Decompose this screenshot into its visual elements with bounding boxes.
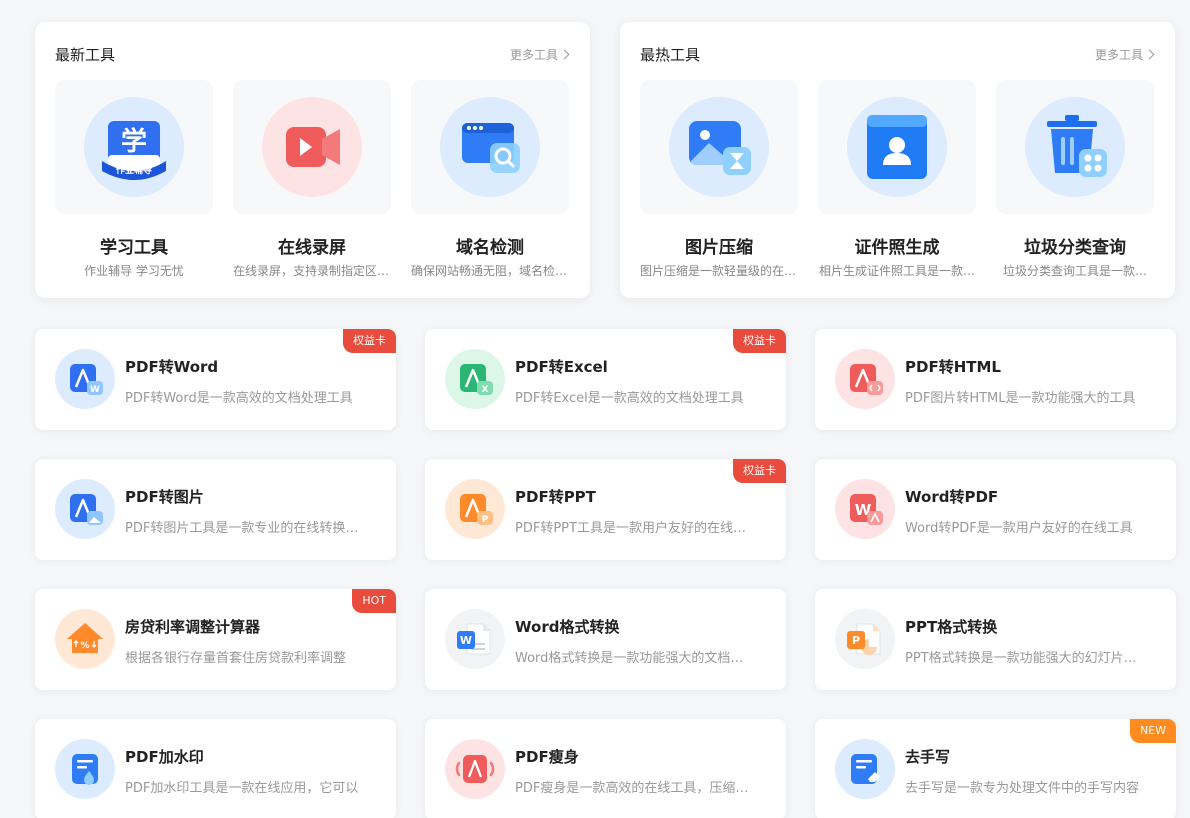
card-desc: PDF图片转HTML是一款功能强大的工具 <box>905 391 1136 406</box>
svg-text:P: P <box>482 515 489 525</box>
card-desc: Word转PDF是一款用户友好的在线工具 <box>905 521 1133 536</box>
card-title: PDF加水印 <box>125 748 204 766</box>
svg-text:作业辅导: 作业辅导 <box>116 164 152 176</box>
panel-title: 最热工具 <box>640 46 701 64</box>
svg-text:W: W <box>460 634 472 647</box>
trash-classify-icon <box>1025 97 1125 197</box>
pdf-to-ppt-icon: P <box>445 479 505 539</box>
tool-card-word-format[interactable]: W Word格式转换 Word格式转换是一款功能强大的文档工具 <box>425 589 786 690</box>
card-title: PDF转Word <box>125 358 219 376</box>
svg-text:P: P <box>852 634 860 647</box>
card-desc: 根据各银行存量首套住房贷款利率调整 <box>125 651 347 666</box>
tool-desc: 确保网站畅通无阻，域名检测… <box>411 264 569 278</box>
tool-tile-id-photo[interactable]: 证件照生成 相片生成证件照工具是一款… <box>818 80 976 278</box>
card-title: PDF转图片 <box>125 488 204 506</box>
video-camera-icon <box>262 97 362 197</box>
card-title: PDF转PPT <box>515 488 596 506</box>
card-desc: PDF转PPT工具是一款用户友好的在线工具 <box>515 521 755 536</box>
pdf-to-html-icon <box>835 349 895 409</box>
tool-name: 证件照生成 <box>854 238 940 258</box>
tools-page: 最新工具 更多工具 学 作业辅导 学习工具 作业辅导 学习无忧 在线录屏 在线录… <box>0 0 1190 818</box>
id-photo-icon <box>847 97 947 197</box>
card-title: PDF转HTML <box>905 358 1001 376</box>
card-title: Word转PDF <box>905 488 999 506</box>
tool-card-pdf-to-image[interactable]: PDF转图片 PDF转图片工具是一款专业的在线转换工具 <box>35 459 396 560</box>
benefit-card-badge: 权益卡 <box>733 329 786 353</box>
tool-tile-study[interactable]: 学 作业辅导 学习工具 作业辅导 学习无忧 <box>55 80 213 278</box>
tool-card-pdf-compress[interactable]: PDF瘦身 PDF瘦身是一款高效的在线工具，压缩文件 <box>425 719 786 818</box>
tool-name: 学习工具 <box>100 238 168 258</box>
card-desc: PDF转Excel是一款高效的文档处理工具 <box>515 391 744 406</box>
panel-title: 最新工具 <box>55 46 116 64</box>
card-desc: Word格式转换是一款功能强大的文档工具 <box>515 651 755 666</box>
hot-badge: HOT <box>352 589 396 613</box>
tool-name: 域名检测 <box>456 238 524 258</box>
tool-name: 垃圾分类查询 <box>1024 238 1126 258</box>
more-tools-link[interactable]: 更多工具 <box>1095 46 1155 63</box>
tool-desc: 图片压缩是一款轻量级的在线… <box>640 264 798 278</box>
pdf-compress-icon <box>445 739 505 799</box>
tool-tile-trash-classify[interactable]: 垃圾分类查询 垃圾分类查询工具是一款… <box>996 80 1154 278</box>
tool-name: 在线录屏 <box>278 238 346 258</box>
svg-text:%: % <box>80 641 89 651</box>
tool-card-pdf-to-ppt[interactable]: P PDF转PPT PDF转PPT工具是一款用户友好的在线工具 权益卡 <box>425 459 786 560</box>
benefit-card-badge: 权益卡 <box>733 459 786 483</box>
remove-handwriting-icon <box>835 739 895 799</box>
hot-tools-panel: 最热工具 更多工具 图片压缩 图片压缩是一款轻量级的在线… 证件照生成 相片生成… <box>620 22 1175 298</box>
tool-card-pdf-to-html[interactable]: PDF转HTML PDF图片转HTML是一款功能强大的工具 <box>815 329 1176 430</box>
tool-desc: 垃圾分类查询工具是一款… <box>1002 264 1147 278</box>
card-title: PDF转Excel <box>515 358 608 376</box>
tool-tile-image-compress[interactable]: 图片压缩 图片压缩是一款轻量级的在线… <box>640 80 798 278</box>
more-tools-link[interactable]: 更多工具 <box>510 46 570 63</box>
benefit-card-badge: 权益卡 <box>343 329 396 353</box>
card-title: PPT格式转换 <box>905 618 998 636</box>
tool-desc: 在线录屏，支持录制指定区域… <box>233 264 391 278</box>
tool-card-house-rate-calculator[interactable]: % 房贷利率调整计算器 根据各银行存量首套住房贷款利率调整 HOT <box>35 589 396 690</box>
card-desc: PDF加水印工具是一款在线应用，它可以 <box>125 781 359 796</box>
browser-search-icon <box>440 97 540 197</box>
tool-tile-screen-record[interactable]: 在线录屏 在线录屏，支持录制指定区域… <box>233 80 391 278</box>
pdf-to-excel-icon: X <box>445 349 505 409</box>
card-desc: PPT格式转换是一款功能强大的幻灯片工具 <box>905 651 1145 666</box>
house-rate-icon: % <box>55 609 115 669</box>
tool-card-remove-handwriting[interactable]: 去手写 去手写是一款专为处理文件中的手写内容 NEW <box>815 719 1176 818</box>
image-compress-icon <box>669 97 769 197</box>
card-title: 去手写 <box>905 748 951 766</box>
pdf-to-image-icon <box>55 479 115 539</box>
chevron-right-icon <box>1144 49 1155 60</box>
card-desc: PDF转Word是一款高效的文档处理工具 <box>125 391 353 406</box>
svg-text:W: W <box>90 385 100 395</box>
card-desc: PDF转图片工具是一款专业的在线转换工具 <box>125 521 365 536</box>
tool-card-ppt-format[interactable]: P PPT格式转换 PPT格式转换是一款功能强大的幻灯片工具 <box>815 589 1176 690</box>
svg-text:X: X <box>482 385 489 395</box>
new-badge: NEW <box>1129 719 1176 743</box>
tool-card-word-to-pdf[interactable]: W Word转PDF Word转PDF是一款用户友好的在线工具 <box>815 459 1176 560</box>
tool-card-pdf-to-word[interactable]: W PDF转Word PDF转Word是一款高效的文档处理工具 权益卡 <box>35 329 396 430</box>
card-desc: PDF瘦身是一款高效的在线工具，压缩文件 <box>515 781 755 796</box>
study-book-icon: 学 作业辅导 <box>84 97 184 197</box>
tool-desc: 相片生成证件照工具是一款… <box>818 264 975 278</box>
svg-text:学: 学 <box>121 126 147 157</box>
tool-name: 图片压缩 <box>685 238 753 258</box>
chevron-right-icon <box>559 49 570 60</box>
pdf-watermark-icon <box>55 739 115 799</box>
tool-card-pdf-watermark[interactable]: PDF加水印 PDF加水印工具是一款在线应用，它可以 <box>35 719 396 818</box>
card-title: PDF瘦身 <box>515 748 579 766</box>
word-to-pdf-icon: W <box>835 479 895 539</box>
tool-card-pdf-to-excel[interactable]: X PDF转Excel PDF转Excel是一款高效的文档处理工具 权益卡 <box>425 329 786 430</box>
ppt-format-icon: P <box>835 609 895 669</box>
card-title: 房贷利率调整计算器 <box>125 618 261 636</box>
card-desc: 去手写是一款专为处理文件中的手写内容 <box>905 781 1140 796</box>
tool-desc: 作业辅导 学习无忧 <box>84 264 184 278</box>
newest-tools-panel: 最新工具 更多工具 学 作业辅导 学习工具 作业辅导 学习无忧 在线录屏 在线录… <box>35 22 590 298</box>
pdf-to-word-icon: W <box>55 349 115 409</box>
card-title: Word格式转换 <box>515 618 620 636</box>
tool-tile-domain-check[interactable]: 域名检测 确保网站畅通无阻，域名检测… <box>411 80 569 278</box>
word-format-icon: W <box>445 609 505 669</box>
